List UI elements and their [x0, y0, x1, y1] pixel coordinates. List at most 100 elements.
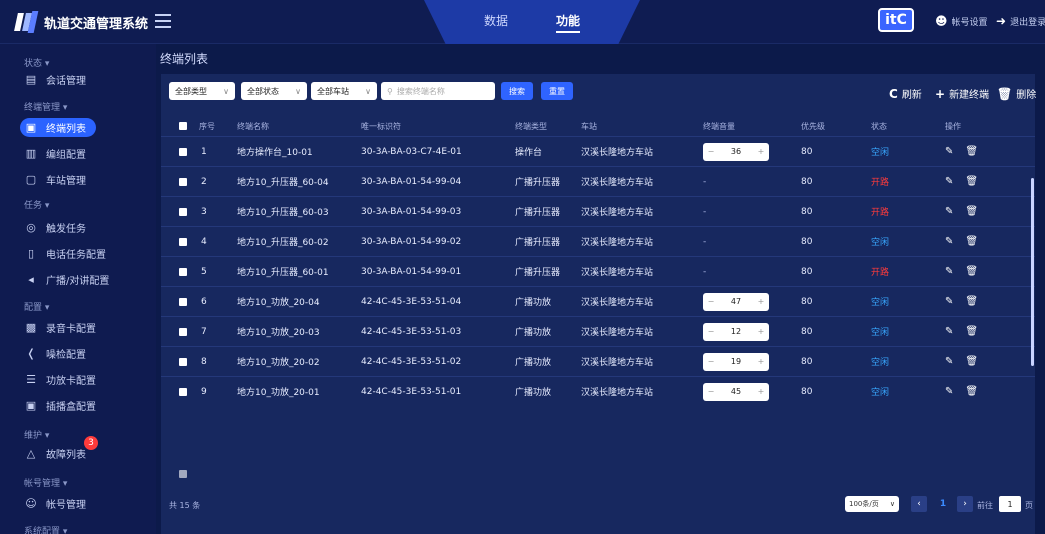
row-type: 广播升压器 [515, 268, 561, 278]
trash-icon[interactable]: 🗑 [965, 176, 978, 187]
select-all-checkbox[interactable] [179, 116, 187, 136]
trash-icon[interactable]: 🗑 [965, 356, 978, 367]
sidebar-item-amp-card[interactable]: ☰ 功放卡配置 [0, 368, 156, 390]
tab-function[interactable]: 功能 [556, 12, 581, 33]
row-volume: - [703, 197, 706, 226]
row-name: 地方10_功放_20-02 [237, 358, 320, 368]
sidebar-item-session[interactable]: ▤ 会话管理 [0, 68, 156, 90]
sidebar-group-task[interactable]: 任务 ▾ [0, 198, 49, 211]
plus-icon[interactable]: + [753, 297, 769, 306]
row-checkbox[interactable] [179, 227, 187, 256]
station-select[interactable]: 全部车站 ∨ [311, 82, 377, 100]
prev-page-button[interactable]: ‹ [911, 496, 927, 512]
edit-icon[interactable]: ✎ [945, 386, 953, 397]
search-button[interactable]: 搜索 [501, 82, 533, 100]
row-checkbox[interactable] [179, 287, 187, 316]
type-select[interactable]: 全部类型 ∨ [169, 82, 235, 100]
edit-icon[interactable]: ✎ [945, 176, 953, 187]
row-checkbox[interactable] [179, 167, 187, 196]
trash-icon[interactable]: 🗑 [965, 296, 978, 307]
insert-box-icon: ▣ [25, 398, 37, 412]
trash-icon[interactable]: 🗑 [965, 326, 978, 337]
edit-icon[interactable]: ✎ [945, 206, 953, 217]
row-checkbox[interactable] [179, 377, 187, 406]
minus-icon[interactable]: − [703, 357, 719, 366]
row-priority: 80 [801, 296, 813, 307]
plus-icon[interactable]: + [753, 357, 769, 366]
add-terminal-button[interactable]: + 新建终端 [935, 86, 989, 102]
table-row: 2 地方10_升压器_60-04 30-3A-BA-01-54-99-04 广播… [161, 166, 1035, 196]
minus-icon[interactable]: − [703, 147, 719, 156]
goto-page-input[interactable]: 1 [999, 496, 1021, 512]
sidebar-item-noise[interactable]: ❬ 噪检配置 [0, 342, 156, 364]
tab-data[interactable]: 数据 [484, 12, 508, 29]
header-priority: 优先级 [801, 121, 825, 131]
status-select[interactable]: 全部状态 ∨ [241, 82, 307, 100]
minus-icon[interactable]: − [703, 387, 719, 396]
delete-button[interactable]: 🗑 删除 [997, 86, 1036, 102]
sidebar-item-trigger[interactable]: ◎ 触发任务 [0, 216, 156, 238]
edit-icon[interactable]: ✎ [945, 236, 953, 247]
next-page-button[interactable]: › [957, 496, 973, 512]
trash-icon[interactable]: 🗑 [965, 236, 978, 247]
row-checkbox[interactable] [179, 137, 187, 166]
sidebar-group-system[interactable]: 系统配置 ▾ [0, 524, 67, 534]
sidebar-item-terminal-list[interactable]: ▣ 终端列表 [0, 116, 156, 138]
sidebar-item-insert-box[interactable]: ▣ 插播盒配置 [0, 394, 156, 416]
edit-icon[interactable]: ✎ [945, 146, 953, 157]
edit-icon[interactable]: ✎ [945, 296, 953, 307]
row-checkbox[interactable] [179, 257, 187, 286]
row-station: 汉溪长隆地方车站 [581, 358, 654, 368]
sidebar-item-fault-list[interactable]: △ 故障列表 3 [0, 436, 156, 464]
trash-icon[interactable]: 🗑 [965, 266, 978, 277]
row-checkbox[interactable] [179, 317, 187, 346]
edit-icon[interactable]: ✎ [945, 356, 953, 367]
row-ops: ✎ 🗑 [945, 287, 978, 316]
row-no: 2 [201, 176, 207, 187]
row-checkbox[interactable] [179, 347, 187, 376]
sidebar-item-broadcast[interactable]: ◂ 广播/对讲配置 [0, 268, 156, 290]
minus-icon[interactable]: − [703, 327, 719, 336]
minus-icon[interactable]: − [703, 297, 719, 306]
search-input[interactable]: ⚲ 搜索终端名称 [381, 82, 495, 100]
trash-icon[interactable]: 🗑 [965, 146, 978, 157]
search-placeholder: 搜索终端名称 [396, 86, 445, 96]
header-ops: 操作 [945, 121, 961, 131]
sidebar-group-account[interactable]: 帐号管理 ▾ [0, 476, 67, 489]
table-header: 序号 终端名称 唯一标识符 终端类型 车站 终端音量 优先级 状态 操作 [161, 116, 1035, 136]
header-volume: 终端音量 [703, 121, 735, 131]
plus-icon[interactable]: + [753, 147, 769, 156]
menu-toggle-icon[interactable] [155, 14, 171, 28]
reset-button[interactable]: 重置 [541, 82, 573, 100]
sidebar-group-terminal[interactable]: 终端管理 ▾ [0, 100, 67, 113]
sidebar-item-account[interactable]: ☺ 帐号管理 [0, 492, 156, 514]
volume-stepper[interactable]: − 36 + [703, 142, 769, 161]
row-uid: 30-3A-BA-01-54-99-01 [361, 266, 462, 277]
volume-stepper[interactable]: − 45 + [703, 382, 769, 401]
trash-icon[interactable]: 🗑 [965, 206, 978, 217]
sidebar-item-group-config[interactable]: ▥ 编组配置 [0, 142, 156, 164]
page-size-select[interactable]: 100条/页 ∨ [845, 496, 899, 512]
current-page[interactable]: 1 [935, 496, 951, 512]
sidebar-item-record-card[interactable]: ▩ 录音卡配置 [0, 316, 156, 338]
plus-icon[interactable]: + [753, 327, 769, 336]
sidebar-item-phone[interactable]: ▯ 电话任务配置 [0, 242, 156, 264]
refresh-button[interactable]: C 刷新 [889, 86, 922, 102]
plus-icon[interactable]: + [753, 387, 769, 396]
volume-stepper[interactable]: − 47 + [703, 292, 769, 311]
sidebar-group-maintenance[interactable]: 维护 ▾ [0, 428, 49, 441]
trash-icon[interactable]: 🗑 [965, 386, 978, 397]
station-icon: ▢ [25, 172, 37, 186]
volume-stepper[interactable]: − 12 + [703, 322, 769, 341]
edit-icon[interactable]: ✎ [945, 266, 953, 277]
logout-link[interactable]: ➜ 退出登录 [996, 14, 1045, 28]
account-settings-link[interactable]: ☻ 帐号设置 [935, 14, 988, 28]
edit-icon[interactable]: ✎ [945, 326, 953, 337]
sidebar-item-station[interactable]: ▢ 车站管理 [0, 168, 156, 190]
sidebar-group-config[interactable]: 配置 ▾ [0, 300, 49, 313]
amp-card-icon: ☰ [26, 372, 36, 386]
table-scrollbar[interactable] [1031, 178, 1034, 366]
volume-stepper[interactable]: − 19 + [703, 352, 769, 371]
volume-empty: - [703, 266, 707, 277]
row-checkbox[interactable] [179, 197, 187, 226]
